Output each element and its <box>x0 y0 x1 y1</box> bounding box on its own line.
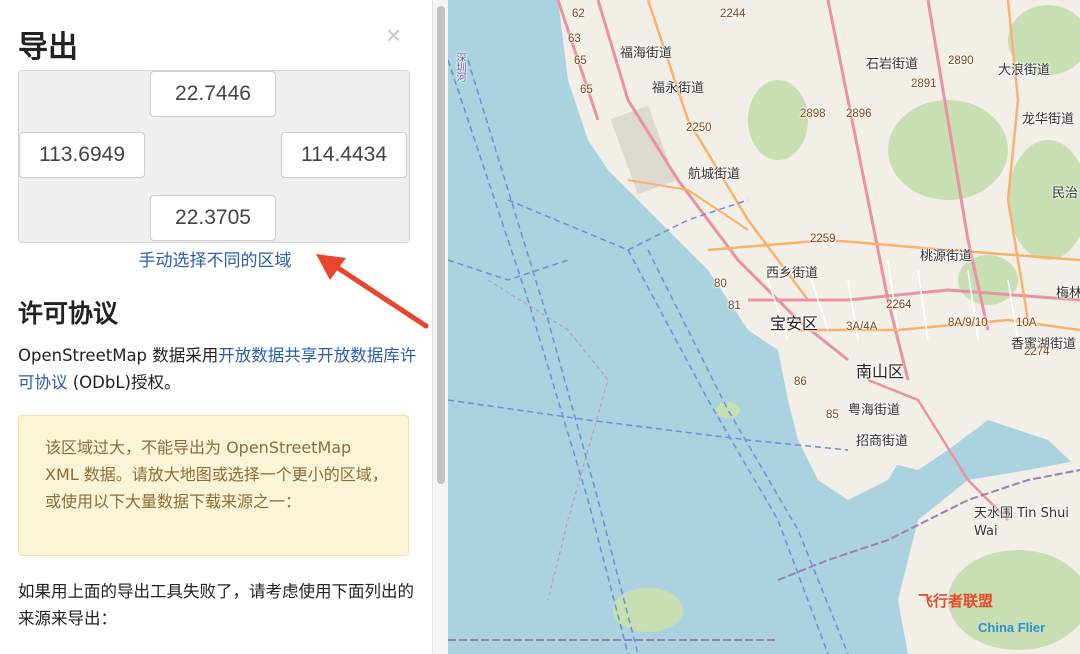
road-ref-62: 62 <box>572 8 585 20</box>
river-label: 深圳河 <box>454 52 465 82</box>
area-too-large-warning: 该区域过大，不能导出为 OpenStreetMap XML 数据。请放大地图或选… <box>18 415 409 556</box>
bbox-top-input[interactable] <box>150 71 276 117</box>
road-ref-2896: 2896 <box>846 108 872 120</box>
map-label-hangcheng: 航城街道 <box>688 167 741 182</box>
license-text-before: OpenStreetMap 数据采用 <box>18 346 219 365</box>
map-label-fuhai: 福海街道 <box>620 46 673 61</box>
scrollbar-thumb[interactable] <box>437 6 445 484</box>
map-label-nanshan: 南山区 <box>856 362 905 381</box>
bbox-bottom-input[interactable] <box>150 195 276 241</box>
annotation-arrow <box>316 254 429 329</box>
road-ref-81: 81 <box>728 300 741 312</box>
road-ref-2264: 2264 <box>886 299 912 311</box>
map-label-yuehai: 粤海街道 <box>848 403 901 418</box>
license-text-after: (ODbL)授权。 <box>67 373 181 392</box>
road-ref-80: 80 <box>714 278 727 290</box>
license-paragraph: OpenStreetMap 数据采用开放数据共享开放数据库许可协议 (ODbL)… <box>18 342 418 396</box>
bbox-right-input[interactable] <box>281 132 407 178</box>
map-label-shiyan: 石岩街道 <box>866 57 919 72</box>
panel-title: 导出 <box>18 30 78 65</box>
road-ref-2890: 2890 <box>948 55 974 67</box>
road-ref-2891: 2891 <box>911 78 937 90</box>
road-ref-2898: 2898 <box>800 108 826 120</box>
road-ref-2274: 2274 <box>1024 346 1050 358</box>
fallback-paragraph: 如果用上面的导出工具失败了，请考虑使用下面列出的来源来导出： <box>18 582 414 628</box>
road-ref-2259: 2259 <box>810 233 836 245</box>
map-label-dalang: 大浪街道 <box>998 63 1051 78</box>
map-label-tinshuiwai: 天水围 Tin Shui Wai <box>974 506 1069 539</box>
map-label-zhaoshang: 招商街道 <box>856 434 909 449</box>
bounding-box-editor <box>18 70 410 243</box>
map-label-meilin: 梅林 <box>1056 286 1080 301</box>
map-label-fuyong: 福永街道 <box>652 81 705 96</box>
watermark-text: 飞行者联盟 <box>918 592 994 610</box>
road-ref-65: 65 <box>580 84 593 96</box>
road-ref-3a4a: 3A/4A <box>846 321 878 333</box>
road-ref-2250: 2250 <box>686 122 712 134</box>
road-ref-85: 85 <box>826 409 839 421</box>
road-ref-63: 63 <box>568 33 581 45</box>
watermark-subtext: China Flier <box>978 620 1046 635</box>
map-label-longhua: 龙华街道 <box>1022 112 1075 127</box>
map-label-minzhi: 民治 <box>1052 186 1079 201</box>
map-label-xixiang: 西乡街道 <box>766 266 819 281</box>
road-ref-2244: 2244 <box>720 8 746 20</box>
close-icon[interactable]: × <box>386 22 401 48</box>
road-ref-86: 86 <box>794 376 807 388</box>
map-view[interactable]: 福海街道 福永街道 航城街道 西乡街道 宝安区 南山区 粤海街道 招商街道 石岩… <box>448 0 1080 654</box>
map-label-taoyuan: 桃源街道 <box>920 249 973 264</box>
map-label-baoan: 宝安区 <box>770 314 819 333</box>
road-ref-65b: 65 <box>574 55 587 67</box>
road-ref-10a: 10A <box>1016 317 1037 329</box>
road-ref-8a910: 8A/9/10 <box>948 317 988 329</box>
license-heading: 许可协议 <box>18 299 119 328</box>
bbox-left-input[interactable] <box>19 132 145 178</box>
